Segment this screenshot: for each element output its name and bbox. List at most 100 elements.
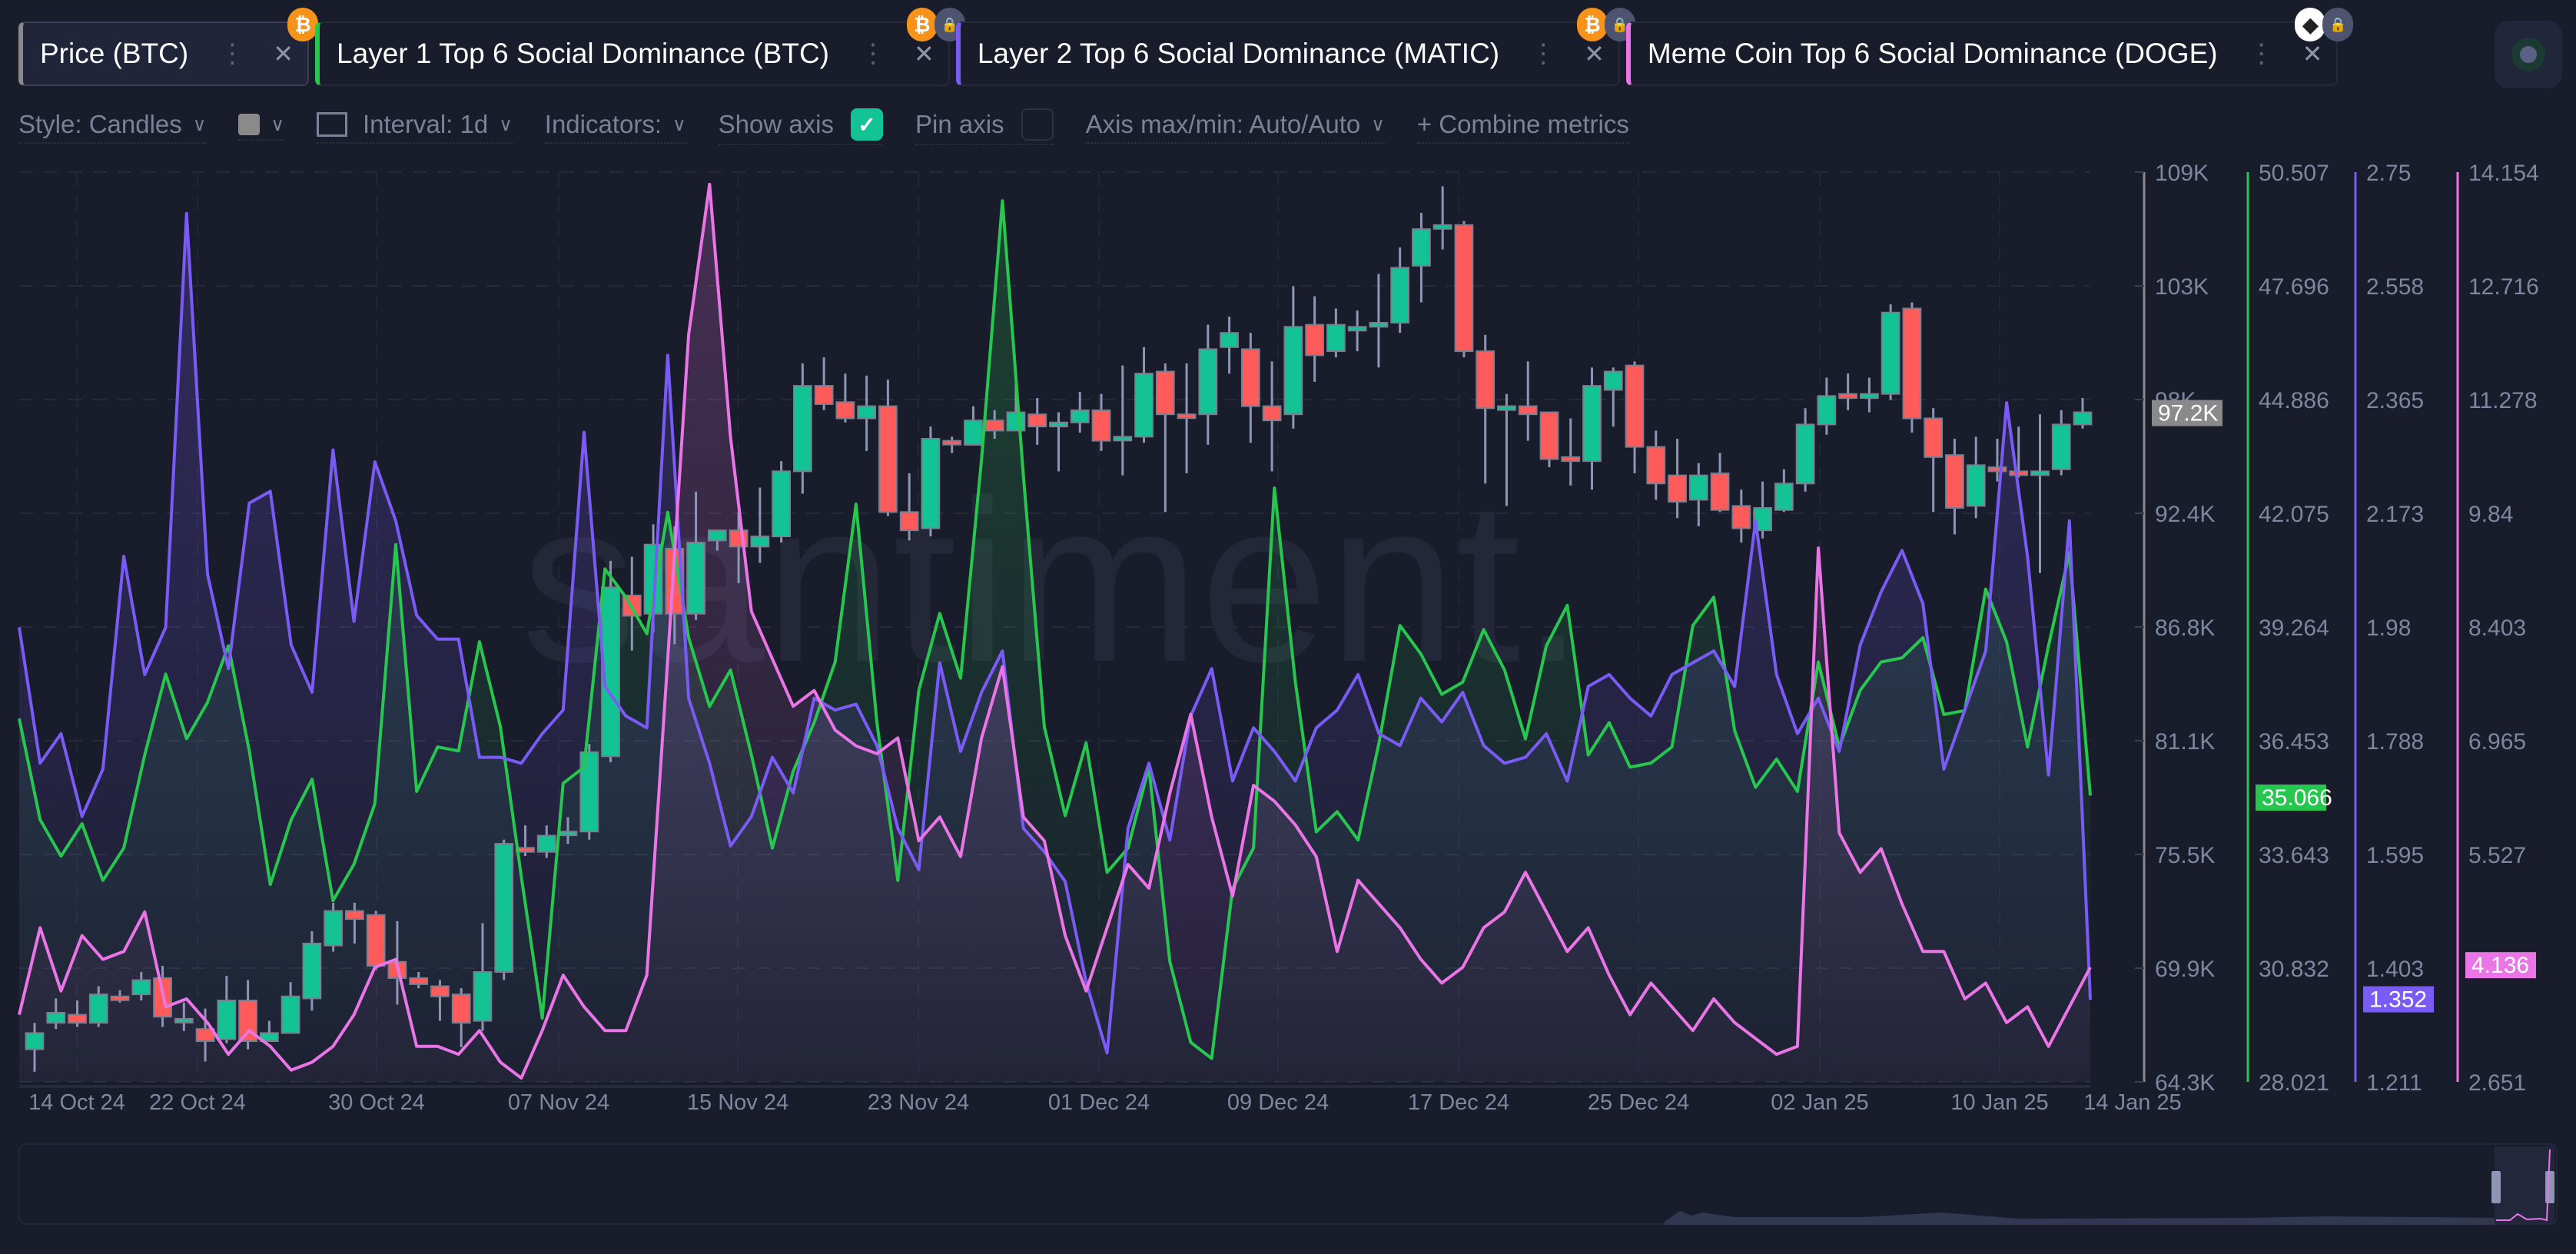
candle-body	[942, 440, 962, 446]
candle-body	[1668, 474, 1687, 503]
y-tick-label: 5.527	[2468, 843, 2526, 868]
candle-body	[1476, 350, 1495, 410]
candle	[601, 560, 620, 763]
candle	[772, 461, 791, 543]
candle-body	[46, 1011, 66, 1024]
candle-body	[1347, 326, 1367, 332]
x-tick-label: 14 Oct 24	[28, 1090, 125, 1115]
y-tick-label: 33.643	[2259, 843, 2329, 868]
y-tick-label: 75.5K	[2155, 843, 2215, 868]
candle-body	[1646, 446, 1666, 485]
last-value-label: 4.136	[2471, 953, 2529, 978]
candle-body	[1454, 224, 1474, 353]
candle	[579, 744, 599, 840]
candle	[1860, 377, 1879, 413]
navigator-right-handle[interactable]	[2545, 1171, 2554, 1203]
y-tick-label: 12.716	[2468, 274, 2539, 300]
navigator-preview	[1665, 1146, 2554, 1225]
candle	[1838, 373, 1858, 410]
candle-body	[1049, 421, 1068, 428]
y-tick-label: 39.264	[2259, 615, 2329, 641]
candle-body	[1582, 385, 1602, 463]
candle	[814, 357, 834, 410]
candle-body	[1860, 393, 1879, 400]
x-tick-label: 10 Jan 25	[1950, 1090, 2048, 1115]
x-tick-label: 30 Oct 24	[328, 1090, 425, 1115]
x-tick-label: 17 Dec 24	[1408, 1090, 1509, 1115]
candle-body	[878, 405, 898, 513]
candle	[1731, 489, 1751, 543]
candle	[1688, 463, 1708, 526]
candle	[1518, 361, 1538, 441]
navigator-left-handle[interactable]	[2491, 1171, 2501, 1203]
candle-body	[1198, 348, 1218, 416]
time-range-navigator[interactable]	[18, 1143, 2558, 1225]
candle-body	[1412, 228, 1431, 267]
candle	[1347, 310, 1367, 352]
y-tick-label: 50.507	[2259, 161, 2329, 186]
candle	[1326, 308, 1346, 358]
candle-body	[1966, 464, 1986, 507]
y-tick-label: 28.021	[2259, 1070, 2329, 1096]
candle	[1625, 361, 1645, 474]
candle-body	[1774, 483, 1794, 511]
candle-body	[1497, 405, 1516, 411]
navigator-history-area	[1665, 1211, 2502, 1225]
candle-body	[345, 910, 364, 921]
candle-body	[1134, 373, 1154, 438]
candle-body	[1305, 323, 1325, 357]
y-tick-label: 2.651	[2468, 1070, 2526, 1096]
candle	[2073, 398, 2093, 429]
candle-body	[2009, 470, 2029, 476]
candle-body	[1817, 395, 1837, 426]
candle-body	[217, 1000, 237, 1040]
candle-body	[302, 942, 322, 1000]
candle	[1027, 398, 1047, 445]
candle-body	[1838, 393, 1858, 400]
candle	[964, 406, 983, 446]
candle	[1220, 317, 1239, 374]
x-tick-label: 25 Dec 24	[1588, 1090, 1689, 1115]
candle-body	[1881, 311, 1900, 395]
candle	[1454, 221, 1474, 358]
candle	[1390, 247, 1410, 333]
candle-body	[1091, 409, 1111, 442]
candle-body	[1155, 370, 1175, 416]
candle	[1283, 286, 1303, 429]
candle-body	[984, 420, 1004, 432]
candle-body	[131, 979, 151, 996]
candle-body	[2051, 423, 2071, 470]
y-tick-label: 36.453	[2259, 729, 2329, 755]
candle-body	[1945, 454, 1964, 509]
candle-body	[68, 1013, 87, 1024]
candle-body	[1369, 322, 1389, 328]
candle-body	[1326, 323, 1346, 353]
candle-body	[964, 420, 983, 446]
x-tick-label: 01 Dec 24	[1048, 1090, 1150, 1115]
y-tick-label: 86.8K	[2155, 615, 2215, 641]
candle-body	[1603, 370, 1623, 391]
y-tick-label: 8.403	[2468, 615, 2526, 641]
candle-body	[88, 994, 108, 1024]
x-tick-label: 15 Nov 24	[687, 1090, 788, 1115]
candle-body	[1027, 413, 1047, 428]
candle-body	[2030, 470, 2050, 476]
chart-canvas[interactable]: santiment. 109K103K98K92.4K86.8K81.1K75.…	[0, 0, 2576, 1254]
candle	[1412, 212, 1431, 303]
x-tick-label: 22 Oct 24	[149, 1090, 246, 1115]
candle-body	[25, 1032, 45, 1050]
y-tick-label: 1.98	[2366, 615, 2411, 641]
candle	[857, 375, 877, 451]
candle	[302, 931, 322, 1011]
x-tick-label: 02 Jan 25	[1771, 1090, 1868, 1115]
candle-body	[430, 985, 450, 997]
candle-body	[1262, 405, 1282, 422]
candle-body	[451, 994, 471, 1024]
candle-body	[1561, 456, 1581, 463]
candle	[1091, 393, 1111, 451]
y-tick-label: 30.832	[2259, 957, 2329, 982]
candle	[1070, 392, 1090, 433]
candle	[1945, 438, 1964, 535]
candle	[366, 911, 386, 970]
candle-body	[1177, 413, 1197, 420]
